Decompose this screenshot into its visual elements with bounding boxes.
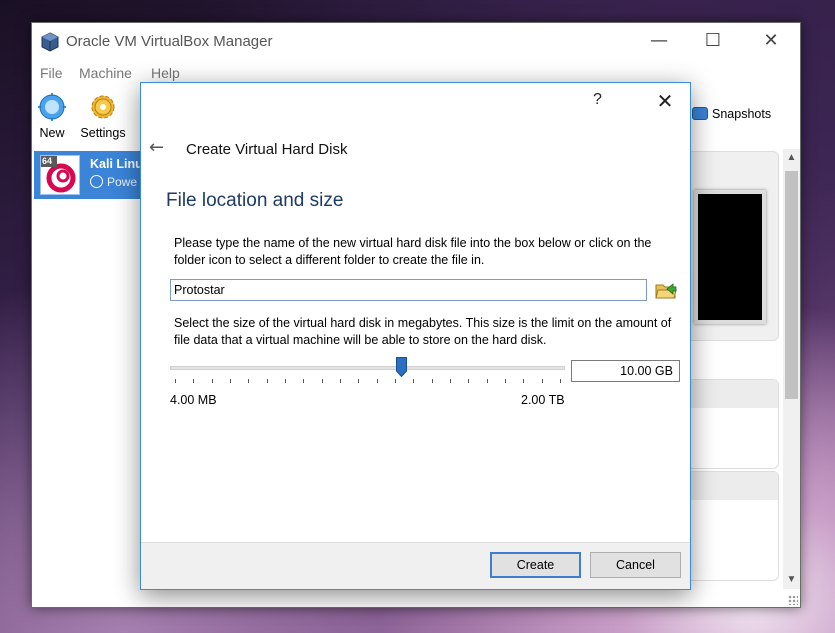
power-icon <box>90 175 103 188</box>
resize-grip-icon[interactable] <box>788 595 798 605</box>
debian-swirl-icon: 64 <box>40 155 80 195</box>
slider-tick <box>541 379 543 383</box>
slider-tick <box>523 379 525 383</box>
vm-state-label: Powe <box>107 175 138 189</box>
slider-tick <box>175 379 176 383</box>
slider-min-label: 4.00 MB <box>170 393 217 407</box>
menu-machine[interactable]: Machine <box>79 65 132 81</box>
size-value-input[interactable] <box>571 360 680 382</box>
help-button[interactable]: ? <box>593 91 602 109</box>
slider-tick <box>486 379 488 383</box>
slider-track <box>170 366 565 370</box>
slider-thumb[interactable] <box>395 357 407 377</box>
slider-max-label: 2.00 TB <box>521 393 565 407</box>
details-section <box>687 471 779 581</box>
scroll-thumb[interactable] <box>785 171 798 399</box>
gear-icon <box>91 95 115 119</box>
new-sun-icon <box>38 93 66 121</box>
vm-list-item[interactable]: 64 Kali Linu Powe <box>34 151 144 199</box>
dialog-title: Create Virtual Hard Disk <box>186 141 348 158</box>
close-window-button[interactable]: ✕ <box>748 29 794 53</box>
settings-button[interactable]: Settings <box>78 93 128 140</box>
maximize-button[interactable]: ☐ <box>690 29 736 53</box>
slider-tick <box>340 379 341 383</box>
vm-name: Kali Linu <box>90 157 143 171</box>
slider-tick <box>431 379 433 383</box>
slider-tick <box>468 379 470 383</box>
snapshots-label: Snapshots <box>712 107 772 121</box>
folder-icon[interactable] <box>655 280 677 300</box>
vm-state: Powe <box>90 175 137 189</box>
virtualbox-logo-icon <box>41 32 59 52</box>
slider-tick <box>560 379 561 383</box>
size-slider[interactable] <box>170 357 565 391</box>
preview-section <box>687 151 779 341</box>
menu-file[interactable]: File <box>40 65 63 81</box>
slider-tick <box>376 379 378 383</box>
slider-tick <box>303 379 305 383</box>
snapshots-button[interactable]: Snapshots <box>692 107 771 121</box>
settings-label: Settings <box>80 126 126 140</box>
size-description: Select the size of the virtual hard disk… <box>174 316 672 347</box>
slider-tick <box>395 379 396 383</box>
scroll-up-icon[interactable]: ▲ <box>783 149 800 167</box>
section-heading: File location and size <box>166 190 344 211</box>
create-button[interactable]: Create <box>490 552 581 578</box>
slider-tick <box>211 379 213 383</box>
slider-tick <box>193 379 195 383</box>
vm-preview-screen <box>694 190 766 324</box>
new-vm-button[interactable]: New <box>36 93 68 140</box>
camera-icon <box>692 107 708 120</box>
slider-tick <box>413 379 415 383</box>
cancel-button[interactable]: Cancel <box>590 552 681 578</box>
details-section <box>687 379 779 469</box>
dialog-close-button[interactable]: ✕ <box>647 87 683 115</box>
arch-badge: 64 <box>42 156 53 166</box>
slider-tick <box>321 379 323 383</box>
slider-tick <box>285 379 286 383</box>
back-arrow-icon[interactable]: ← <box>149 137 164 158</box>
slider-tick <box>358 379 360 383</box>
window-title: Oracle VM VirtualBox Manager <box>66 33 273 50</box>
slider-tick <box>248 379 250 383</box>
slider-tick <box>266 379 268 383</box>
menu-help[interactable]: Help <box>151 65 180 81</box>
new-label: New <box>39 126 65 140</box>
slider-tick <box>505 379 506 383</box>
file-location-input[interactable] <box>170 279 647 301</box>
dialog-footer: Create Cancel <box>141 542 690 589</box>
scroll-down-icon[interactable]: ▼ <box>783 571 800 589</box>
slider-tick <box>230 379 231 383</box>
details-scrollbar[interactable]: ▲ ▼ <box>783 149 800 589</box>
title-bar: Oracle VM VirtualBox Manager — ☐ ✕ <box>32 23 800 61</box>
details-panel <box>687 151 779 581</box>
slider-tick <box>450 379 451 383</box>
minimize-button[interactable]: — <box>636 29 682 53</box>
location-description: Please type the name of the new virtual … <box>174 236 652 267</box>
create-virtual-hard-disk-dialog: ? ✕ ← Create Virtual Hard Disk File loca… <box>140 82 691 590</box>
